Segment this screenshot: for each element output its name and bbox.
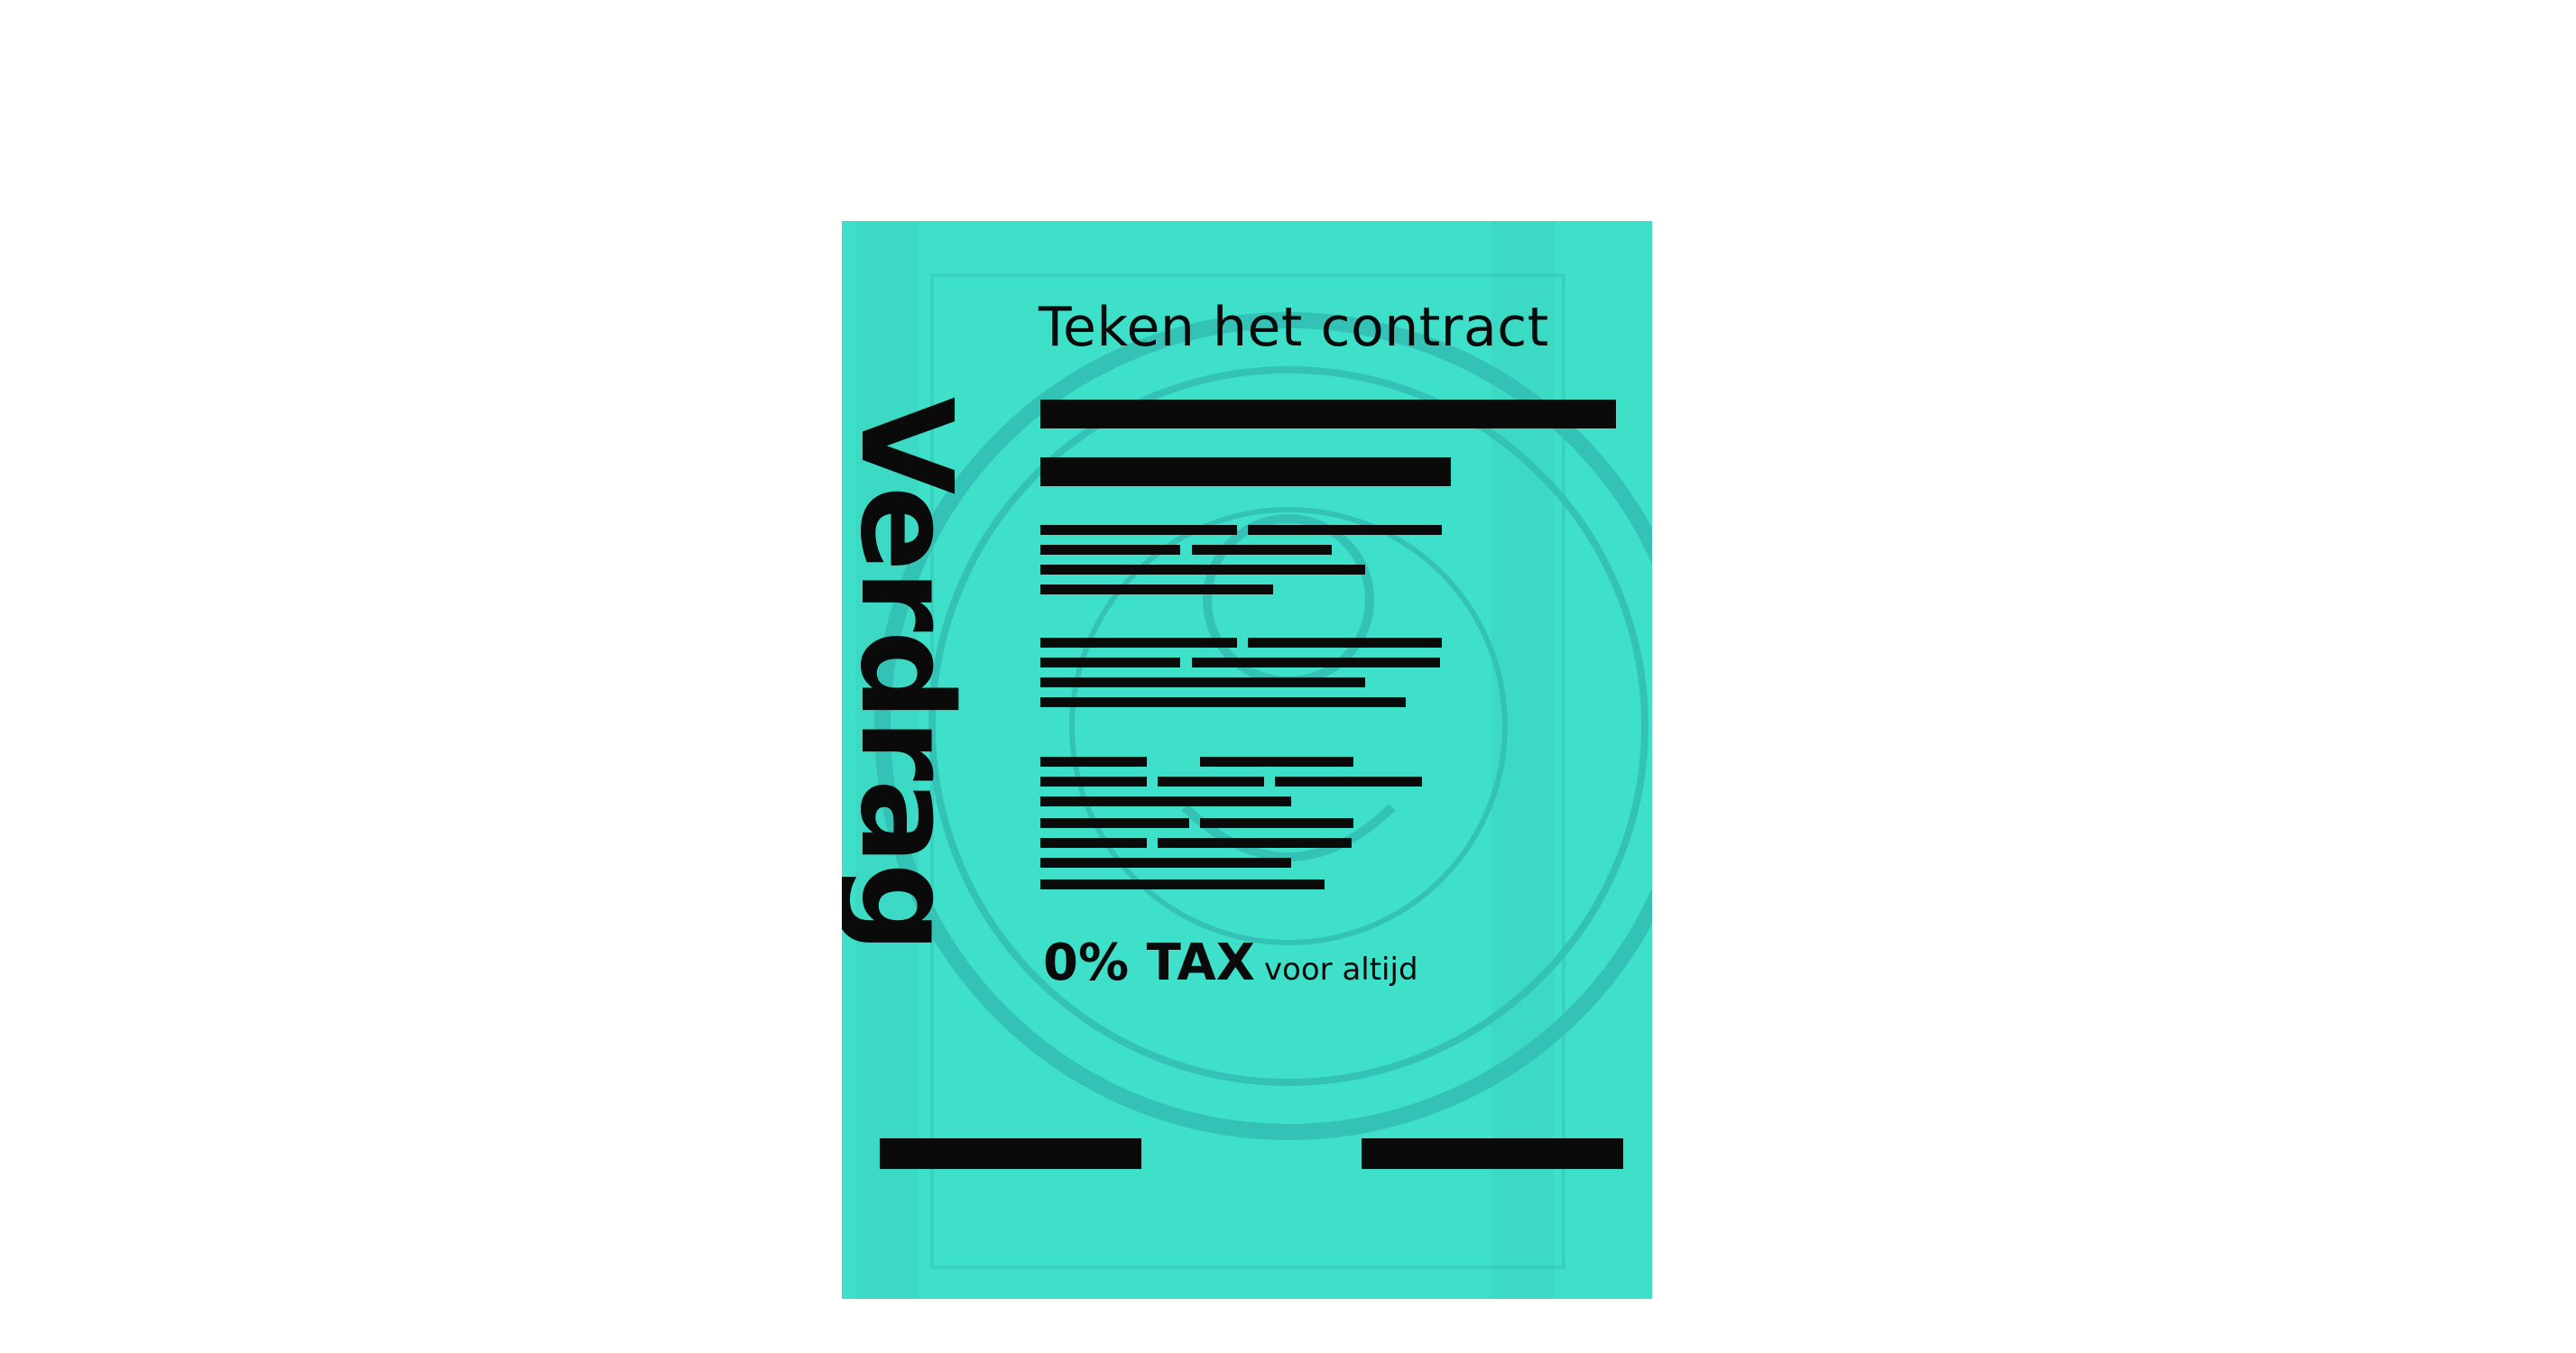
redacted-line (1040, 677, 1365, 687)
redacted-line (1040, 525, 1237, 535)
redacted-line (1040, 565, 1365, 575)
redacted-line (1158, 838, 1352, 848)
poster-title: Teken het contract (1039, 296, 1549, 359)
redacted-heading-bar-2 (1040, 457, 1451, 486)
page-canvas: Teken het contract Verdrag 0% TAX voor al… (0, 0, 2576, 1353)
vertical-heading: Verdrag (842, 397, 979, 952)
redacted-line (1040, 858, 1291, 868)
tax-headline: 0% TAX (1043, 934, 1255, 992)
redacted-line (1200, 818, 1353, 828)
redacted-line (1040, 697, 1406, 707)
redacted-line (1040, 757, 1147, 767)
redacted-line (1040, 838, 1147, 848)
redacted-heading-bar-1 (1040, 400, 1616, 428)
redacted-line (1040, 879, 1325, 889)
redacted-line (1275, 777, 1422, 787)
tax-line: 0% TAX voor altijd (1043, 934, 1418, 992)
redacted-line (1040, 638, 1237, 648)
redacted-line (1200, 757, 1353, 767)
redacted-line (1040, 818, 1189, 828)
redacted-line (1248, 638, 1442, 648)
redacted-line (1248, 525, 1442, 535)
signature-line-right (1362, 1138, 1623, 1169)
redacted-line (1040, 584, 1273, 594)
redacted-line (1192, 658, 1440, 667)
signature-line-left (880, 1138, 1141, 1169)
redacted-line (1158, 777, 1264, 787)
contract-poster: Teken het contract Verdrag 0% TAX voor al… (842, 221, 1652, 1299)
redacted-line (1040, 545, 1180, 555)
tax-subtext: voor altijd (1263, 952, 1418, 988)
redacted-line (1040, 777, 1147, 787)
redacted-line (1192, 545, 1332, 555)
redacted-line (1040, 796, 1291, 806)
redacted-line (1040, 658, 1180, 667)
